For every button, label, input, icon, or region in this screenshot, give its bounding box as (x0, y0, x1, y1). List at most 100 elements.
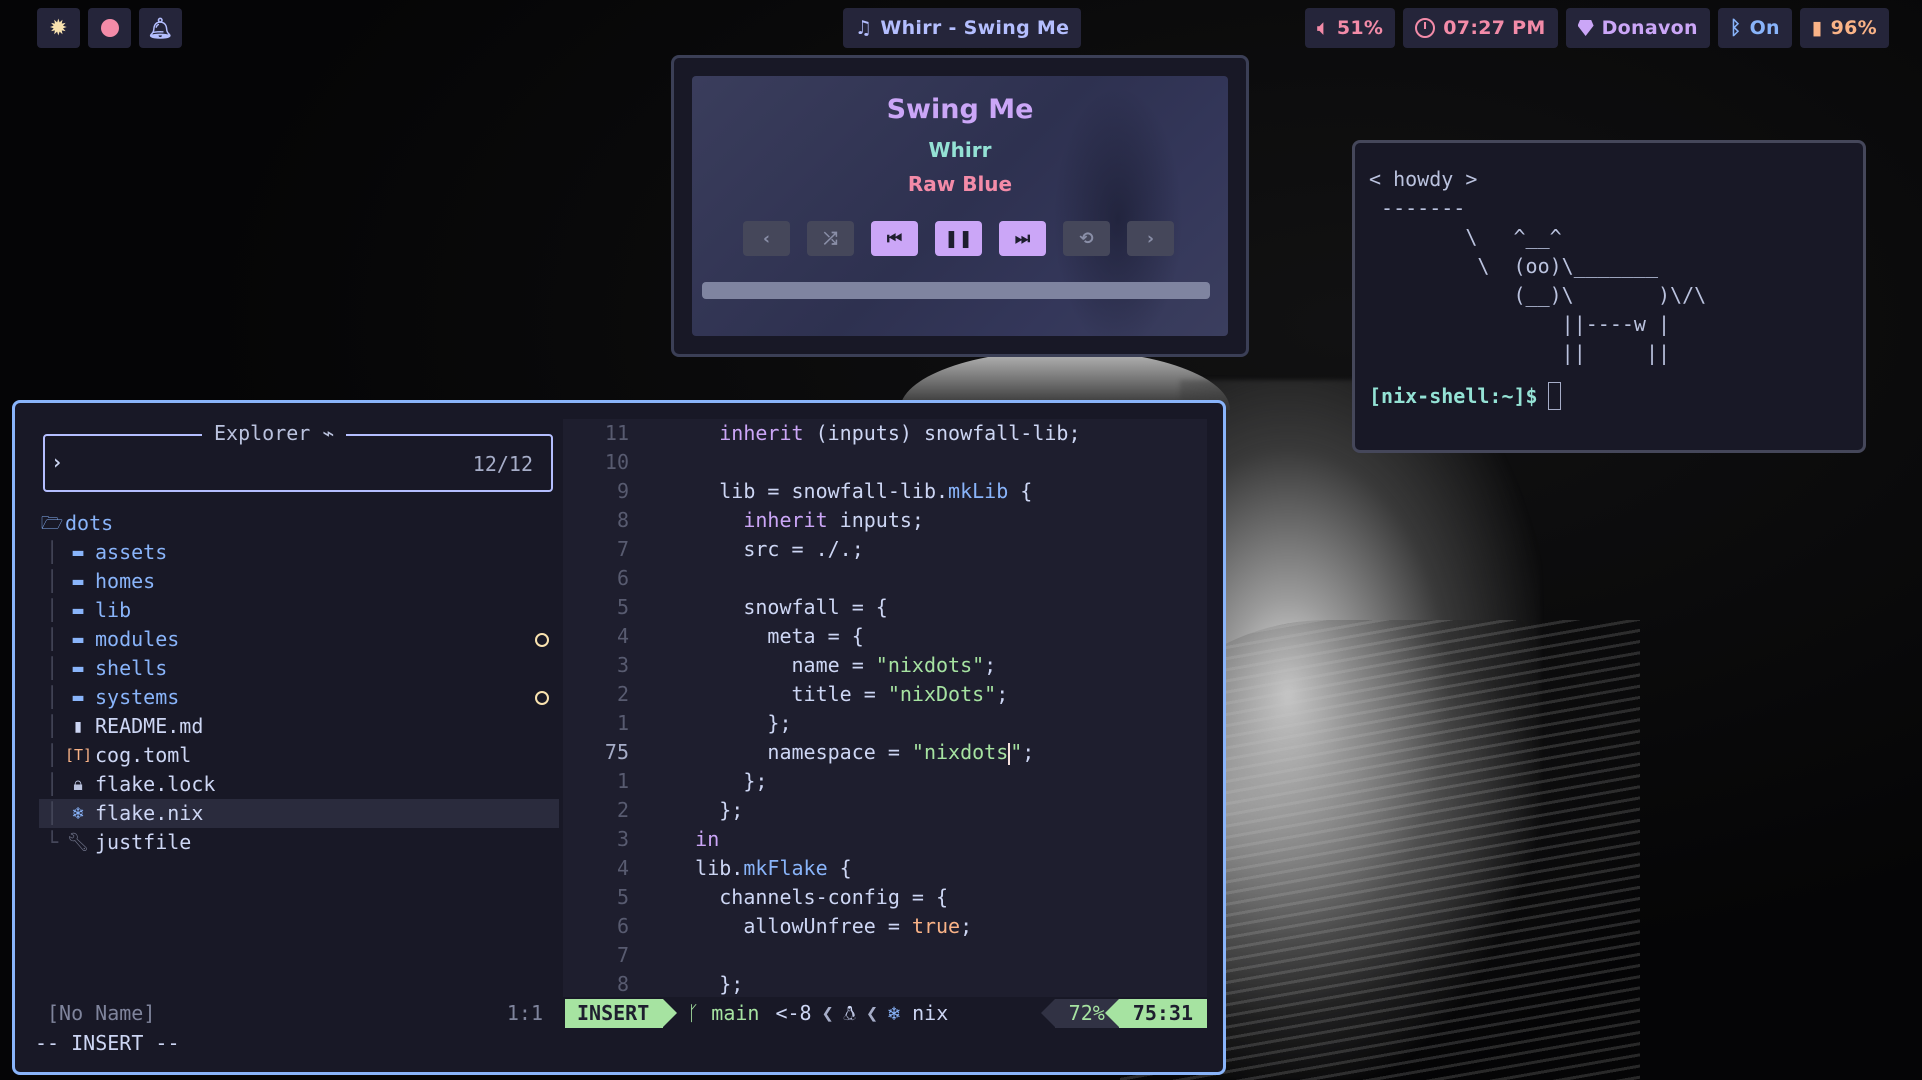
prev-player-button[interactable]: ‹ (743, 221, 790, 256)
code-line[interactable]: 7 (563, 941, 1207, 970)
bluetooth-widget[interactable]: ᛒ On (1717, 8, 1792, 48)
settings-button[interactable]: ✹ (37, 8, 80, 48)
next-track-button[interactable]: ⏭ (999, 221, 1046, 256)
code-line[interactable]: 2 title = "nixDots"; (563, 680, 1207, 709)
code-line[interactable]: 11 inherit (inputs) snowfall-lib; (563, 419, 1207, 448)
next-player-button[interactable]: › (1127, 221, 1174, 256)
folder-icon: ▬ (72, 629, 84, 650)
pulse-icon: ⌁ (322, 421, 335, 445)
code-line[interactable]: 7 src = ./.; (563, 535, 1207, 564)
filetype-label: nix (912, 1001, 949, 1025)
statusline: INSERT ᚴ main <-8 ❮ 🐧︎ ❮ ❄ nix 72% 75:31 (565, 999, 1207, 1028)
notifications-button[interactable]: 🔔︎ (139, 8, 182, 48)
track-title: Swing Me (886, 94, 1034, 125)
tree-guide: │ (45, 656, 59, 680)
line-number: 75 (604, 740, 629, 764)
cursor-position: 75:31 (1104, 999, 1207, 1028)
clock-widget[interactable]: 07:27 PM (1403, 8, 1558, 48)
tree-item-flake-lock[interactable]: │ 🔒︎ flake.lock (39, 770, 559, 799)
tree-item-homes[interactable]: │ ▬ homes (39, 567, 559, 596)
record-button[interactable] (88, 8, 131, 48)
code-line[interactable]: 9 lib = snowfall-lib.mkLib { (563, 477, 1207, 506)
explorer-search[interactable]: Explorer ⌁ › 12/12 (43, 421, 553, 492)
tree-item-shells[interactable]: │ ▬ shells (39, 654, 559, 683)
battery-widget[interactable]: ▮ 96% (1799, 8, 1889, 48)
track-progress-bar[interactable] (702, 282, 1210, 299)
code-buffer[interactable]: 11 inherit (inputs) snowfall-lib; 10 9 lib… (563, 419, 1207, 997)
code-text: }; (647, 798, 744, 822)
user-widget[interactable]: Donavon (1565, 8, 1710, 48)
repeat-button[interactable]: ⟲ (1063, 221, 1110, 256)
code-line[interactable]: 6 allowUnfree = true; (563, 912, 1207, 941)
code-line[interactable]: 10 (563, 448, 1207, 477)
tree-guide: │ (45, 569, 59, 593)
shell-prompt[interactable]: [nix-shell:~]$ (1369, 382, 1849, 410)
linux-icon: 🐧︎ (843, 1001, 856, 1025)
folder-icon: ▬ (72, 542, 84, 563)
tree-item-modules[interactable]: │ ▬ modules (39, 625, 559, 654)
lock-icon: 🔒︎ (73, 774, 83, 795)
code-text: name = "nixdots"; (647, 653, 997, 677)
topbar-right: 🔈︎ 51% 07:27 PM Donavon ᛒ On ▮ 96% (1305, 8, 1889, 48)
code-text: allowUnfree = true; (647, 914, 973, 938)
track-album: Raw Blue (907, 172, 1013, 196)
text-cursor (1008, 742, 1011, 765)
shuffle-button[interactable]: ⤮ (807, 221, 854, 256)
tree-item-flake-nix[interactable]: │ ❄ flake.nix (39, 799, 559, 828)
terminal-window[interactable]: < howdy > ------- \ ^__^ \ (oo)\_______ … (1352, 140, 1866, 453)
editor-window[interactable]: Explorer ⌁ › 12/12 🗁 dots │ ▬ assets │ ▬ home… (12, 400, 1226, 1075)
code-line[interactable]: 1 }; (563, 767, 1207, 796)
bluetooth-label: On (1749, 17, 1780, 39)
code-text: channels-config = { (647, 885, 949, 909)
battery-label: 96% (1830, 17, 1877, 39)
media-widget[interactable]: ♫ Whirr - Swing Me (843, 8, 1082, 48)
code-line[interactable]: 75 namespace = "nixdots "; (563, 738, 1207, 767)
topbar-left: ✹ 🔔︎ (37, 8, 182, 48)
explorer-title: Explorer ⌁ (202, 421, 347, 445)
bluetooth-icon: ᛒ (1729, 17, 1742, 39)
line-number: 4 (616, 856, 629, 880)
code-line[interactable]: 6 (563, 564, 1207, 593)
code-line[interactable]: 1 }; (563, 709, 1207, 738)
code-line[interactable]: 8 }; (563, 970, 1207, 997)
separator-icon: ❮ (865, 1001, 879, 1025)
tree-item-label: README.md (95, 714, 204, 738)
command-line[interactable]: -- INSERT -- (35, 1029, 180, 1058)
code-line[interactable]: 5 channels-config = { (563, 883, 1207, 912)
tree-item-assets[interactable]: │ ▬ assets (39, 538, 559, 567)
tree-item-justfile[interactable]: └ 🔧︎ justfile (39, 828, 559, 857)
branch-icon: ᚴ (687, 1001, 712, 1025)
bell-icon: 🔔︎ (147, 16, 174, 40)
tree-item-lib[interactable]: │ ▬ lib (39, 596, 559, 625)
mode-indicator: INSERT (565, 999, 678, 1028)
pause-button[interactable]: ❚❚ (935, 221, 982, 256)
tree-item-label: assets (95, 540, 168, 564)
folder-icon: ▬ (72, 687, 84, 708)
tree-root[interactable]: 🗁 dots (39, 509, 559, 538)
code-text: title = "nixDots"; (647, 682, 1009, 706)
code-line[interactable]: 5 snowfall = { (563, 593, 1207, 622)
tree-item-systems[interactable]: │ ▬ systems (39, 683, 559, 712)
code-line[interactable]: 2 }; (563, 796, 1207, 825)
separator-icon: ❮ (821, 1001, 834, 1025)
volume-widget[interactable]: 🔈︎ 51% (1305, 8, 1396, 48)
code-line[interactable]: 3 in (563, 825, 1207, 854)
code-text: }; (647, 769, 768, 793)
line-number: 7 (616, 943, 629, 967)
terminal-cursor (1547, 382, 1561, 410)
code-text: }; (647, 711, 792, 735)
code-line[interactable]: 4 lib.mkFlake { (563, 854, 1207, 883)
folder-open-icon: 🗁 (40, 513, 64, 534)
tree-guide: │ (45, 743, 59, 767)
skip-forward-icon: ⏭ (1014, 228, 1031, 249)
tree-item-readme-md[interactable]: │ ▮ README.md (39, 712, 559, 741)
code-line[interactable]: 3 name = "nixdots"; (563, 651, 1207, 680)
code-line[interactable]: 8 inherit inputs; (563, 506, 1207, 535)
tree-item-cog-toml[interactable]: │ [T] cog.toml (39, 741, 559, 770)
code-line[interactable]: 4 meta = { (563, 622, 1207, 651)
media-widget-label: Whirr - Swing Me (880, 17, 1070, 39)
explorer-statusline: [No Name] 1:1 (35, 999, 555, 1028)
previous-track-button[interactable]: ⏮ (871, 221, 918, 256)
cowsay-output: < howdy > ------- \ ^__^ \ (oo)\_______ … (1369, 167, 1707, 365)
